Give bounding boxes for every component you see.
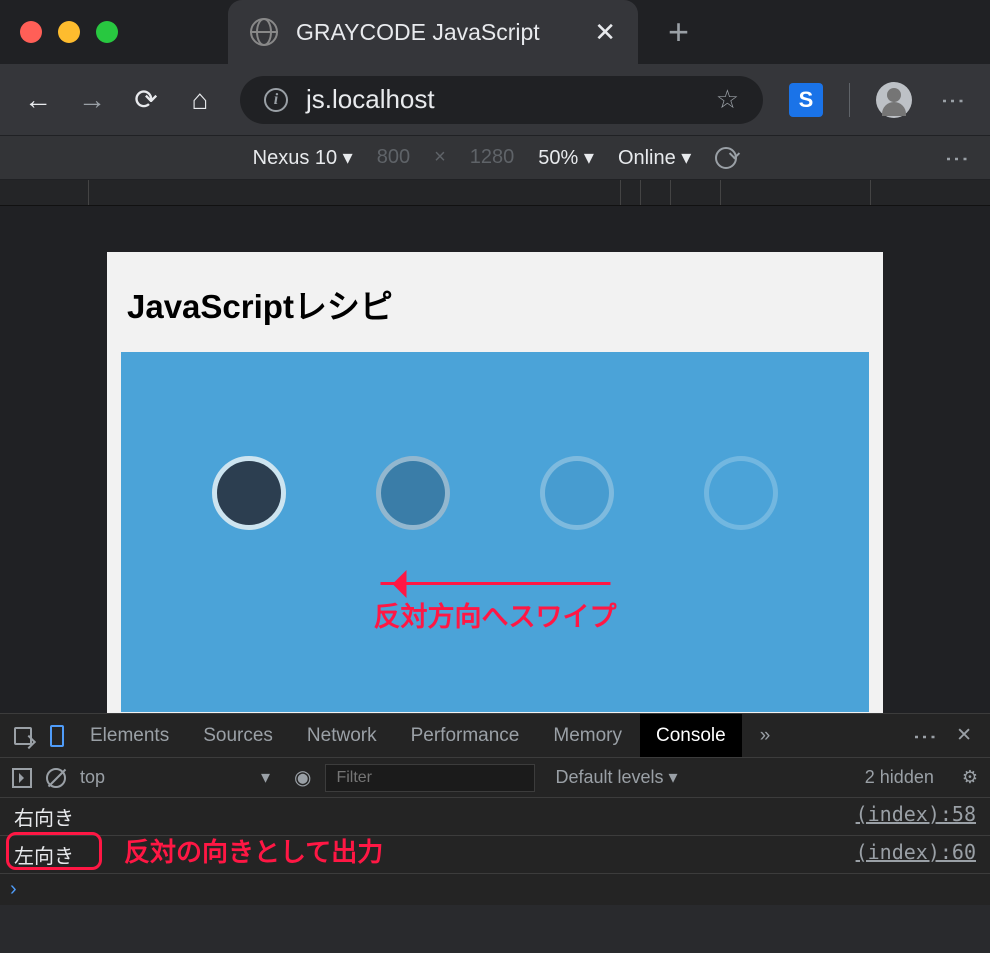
console-prompt[interactable]: › xyxy=(0,874,990,905)
address-bar[interactable]: i js.localhost ☆ xyxy=(240,76,763,124)
clear-console-button[interactable] xyxy=(46,768,66,788)
hidden-count[interactable]: 2 hidden xyxy=(865,767,934,788)
touch-trail-dot xyxy=(376,456,450,530)
touch-trail-dot xyxy=(704,456,778,530)
new-tab-button[interactable]: + xyxy=(668,11,689,53)
console-filter-input[interactable] xyxy=(325,764,535,792)
console-line: 右向き (index):58 xyxy=(0,798,990,836)
browser-toolbar: ← → ⟳ ⌂ i js.localhost ☆ S ⋮ xyxy=(0,64,990,136)
console-source-link[interactable]: (index):58 xyxy=(856,802,976,831)
console-settings-button[interactable]: ⚙ xyxy=(962,767,978,788)
devtools-tabs: Elements Sources Network Performance Mem… xyxy=(0,714,990,758)
device-bar-menu[interactable]: ⋮ xyxy=(942,147,970,169)
tab-elements[interactable]: Elements xyxy=(74,714,185,757)
ruler xyxy=(0,180,990,206)
traffic-lights xyxy=(20,21,118,43)
toolbar-divider xyxy=(849,83,850,117)
device-emulation-bar: Nexus 10 ▾ 800 × 1280 50% ▾ Online ▾ ⋮ xyxy=(0,136,990,180)
devtools-menu-button[interactable]: ⋮ xyxy=(910,725,938,747)
window-titlebar: GRAYCODE JavaScript ✕ + xyxy=(0,0,990,64)
console-toolbar: top▾ ◉ Default levels ▾ 2 hidden ⚙ xyxy=(0,758,990,798)
tab-performance[interactable]: Performance xyxy=(395,714,536,757)
execution-context-icon[interactable] xyxy=(12,768,32,788)
more-tabs-button[interactable]: » xyxy=(744,714,787,757)
globe-icon xyxy=(250,18,278,46)
annotation-swipe-label: 反対方向へスワイプ xyxy=(374,595,617,634)
browser-menu-button[interactable]: ⋮ xyxy=(938,89,966,111)
close-window-button[interactable] xyxy=(20,21,42,43)
device-selector[interactable]: Nexus 10 ▾ xyxy=(253,145,353,170)
touch-trail-dot xyxy=(540,456,614,530)
device-toggle-button[interactable] xyxy=(42,725,72,747)
console-message: 右向き xyxy=(14,802,74,831)
browser-tab[interactable]: GRAYCODE JavaScript ✕ xyxy=(228,0,638,64)
dimension-separator: × xyxy=(434,146,446,169)
profile-avatar[interactable] xyxy=(876,82,912,118)
devtools-panel: Elements Sources Network Performance Mem… xyxy=(0,713,990,905)
emulated-viewport: JavaScriptレシピ 反対方向へスワイプ xyxy=(0,206,990,713)
rendered-page: JavaScriptレシピ 反対方向へスワイプ xyxy=(107,252,883,713)
network-throttle[interactable]: Online ▾ xyxy=(618,145,691,170)
bookmark-star-icon[interactable]: ☆ xyxy=(716,84,739,115)
tab-console[interactable]: Console xyxy=(640,714,742,757)
site-info-icon[interactable]: i xyxy=(264,88,288,112)
context-selector[interactable]: top▾ xyxy=(80,767,280,788)
close-devtools-button[interactable]: ✕ xyxy=(956,724,972,747)
inspect-element-button[interactable] xyxy=(6,727,40,745)
close-tab-button[interactable]: ✕ xyxy=(594,17,616,48)
console-message: 左向き xyxy=(14,840,74,869)
live-expression-button[interactable]: ◉ xyxy=(294,765,311,790)
maximize-window-button[interactable] xyxy=(96,21,118,43)
tab-network[interactable]: Network xyxy=(291,714,393,757)
minimize-window-button[interactable] xyxy=(58,21,80,43)
rotate-icon[interactable] xyxy=(711,142,742,173)
tab-title: GRAYCODE JavaScript xyxy=(296,19,576,46)
viewport-width[interactable]: 800 xyxy=(377,146,410,169)
device-toggle-icon xyxy=(50,725,64,747)
viewport-height[interactable]: 1280 xyxy=(470,146,515,169)
forward-button[interactable]: → xyxy=(78,84,106,116)
home-button[interactable]: ⌂ xyxy=(186,84,214,116)
tab-sources[interactable]: Sources xyxy=(187,714,289,757)
url-text: js.localhost xyxy=(306,84,698,115)
log-levels-selector[interactable]: Default levels ▾ xyxy=(555,767,677,788)
back-button[interactable]: ← xyxy=(24,84,52,116)
swipe-canvas[interactable]: 反対方向へスワイプ xyxy=(121,352,869,712)
annotation-swipe: 反対方向へスワイプ xyxy=(374,582,617,634)
touch-trail-dot xyxy=(212,456,286,530)
annotation-output-label: 反対の向きとして出力 xyxy=(124,832,383,869)
arrow-left-icon xyxy=(380,582,610,585)
extension-icon[interactable]: S xyxy=(789,83,823,117)
tab-memory[interactable]: Memory xyxy=(537,714,638,757)
page-heading: JavaScriptレシピ xyxy=(127,280,869,328)
console-source-link[interactable]: (index):60 xyxy=(856,840,976,869)
reload-button[interactable]: ⟳ xyxy=(132,83,160,116)
inspect-icon xyxy=(14,727,32,745)
zoom-selector[interactable]: 50% ▾ xyxy=(538,145,594,170)
